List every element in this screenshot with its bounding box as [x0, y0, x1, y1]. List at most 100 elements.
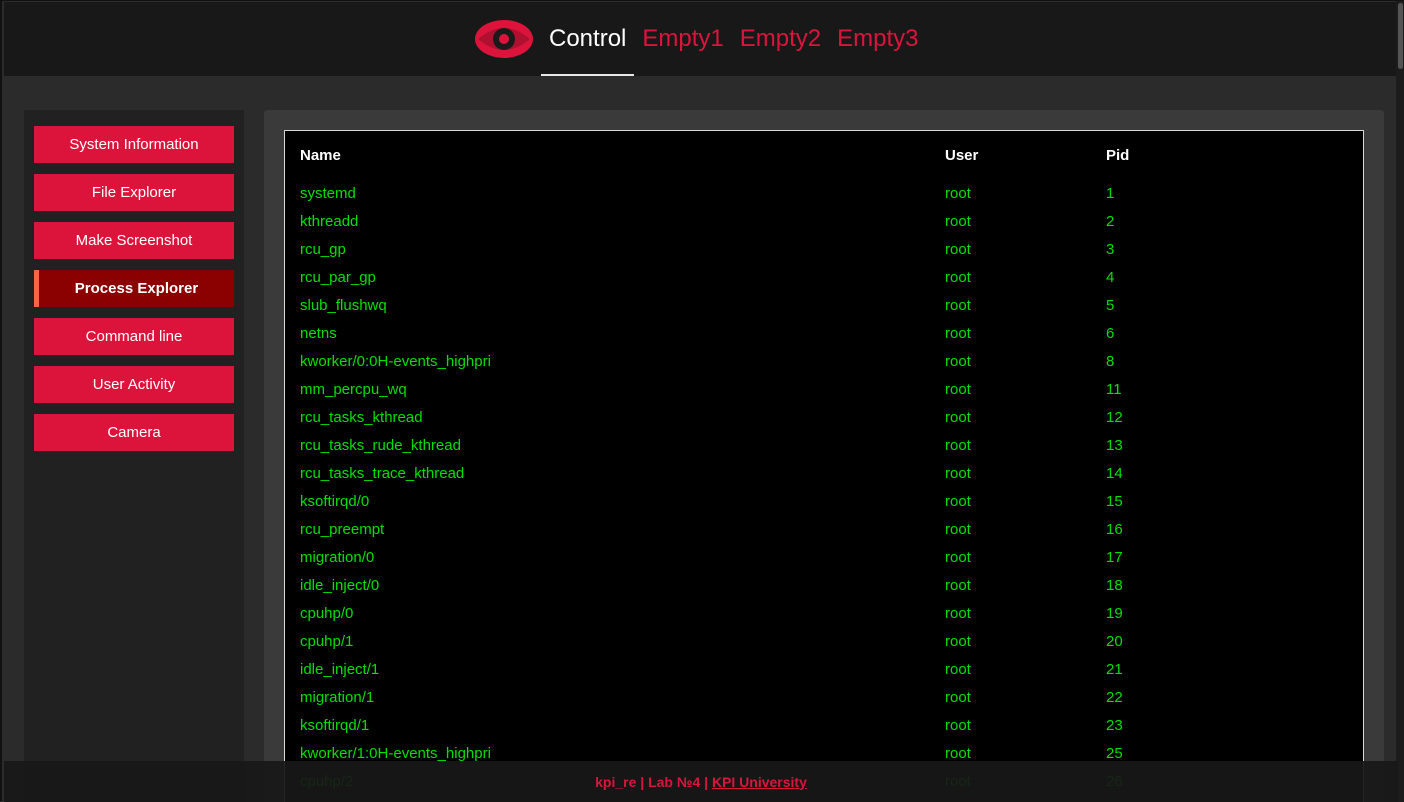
cell-pid: 6 [1106, 325, 1115, 342]
table-row[interactable]: migration/0 root 17 [300, 549, 1360, 577]
cell-user: root [945, 717, 971, 734]
cell-pid: 3 [1106, 241, 1115, 258]
cell-user: root [945, 381, 971, 398]
table-row[interactable]: rcu_tasks_rude_kthread root 13 [300, 437, 1360, 465]
table-row[interactable]: ksoftirqd/1 root 23 [300, 717, 1360, 745]
column-header-user: User [945, 147, 979, 164]
tab-control[interactable]: Control [541, 2, 635, 76]
cell-name: rcu_tasks_trace_kthread [300, 465, 465, 482]
cell-pid: 23 [1106, 717, 1123, 734]
top-navbar: Control Empty1 Empty2 Empty3 [4, 2, 1398, 76]
cell-user: root [945, 549, 971, 566]
table-row[interactable]: rcu_tasks_kthread root 12 [300, 409, 1360, 437]
cell-name: migration/0 [300, 549, 375, 566]
cell-user: root [945, 213, 971, 230]
cell-user: root [945, 297, 971, 314]
cell-user: root [945, 745, 971, 762]
sidebar-item-camera[interactable]: Camera [34, 414, 234, 451]
table-row[interactable]: idle_inject/1 root 21 [300, 661, 1360, 689]
cell-user: root [945, 241, 971, 258]
tab-empty2[interactable]: Empty2 [732, 2, 829, 76]
table-row[interactable]: kthreadd root 2 [300, 213, 1360, 241]
cell-pid: 17 [1106, 549, 1123, 566]
cell-pid: 5 [1106, 297, 1115, 314]
table-row[interactable]: cpuhp/0 root 19 [300, 605, 1360, 633]
table-row[interactable]: migration/1 root 22 [300, 689, 1360, 717]
cell-name: ksoftirqd/1 [300, 717, 370, 734]
cell-pid: 20 [1106, 633, 1123, 650]
cell-pid: 13 [1106, 437, 1123, 454]
sidebar-item-system-information[interactable]: System Information [34, 126, 234, 163]
cell-user: root [945, 325, 971, 342]
table-row[interactable]: rcu_tasks_trace_kthread root 14 [300, 465, 1360, 493]
cell-pid: 16 [1106, 521, 1123, 538]
cell-name: kworker/0:0H-events_highpri [300, 353, 491, 370]
cell-name: rcu_par_gp [300, 269, 376, 286]
footer: kpi_re | Lab №4 | KPI University [4, 761, 1398, 802]
cell-pid: 14 [1106, 465, 1123, 482]
main-nav: Control Empty1 Empty2 Empty3 [474, 2, 927, 76]
cell-name: ksoftirqd/0 [300, 493, 370, 510]
table-row[interactable]: rcu_gp root 3 [300, 241, 1360, 269]
cell-user: root [945, 605, 971, 622]
cell-name: rcu_tasks_kthread [300, 409, 423, 426]
table-row[interactable]: mm_percpu_wq root 11 [300, 381, 1360, 409]
cell-user: root [945, 185, 971, 202]
tab-empty1[interactable]: Empty1 [634, 2, 731, 76]
scrollbar-thumb[interactable] [1398, 3, 1403, 69]
cell-pid: 2 [1106, 213, 1115, 230]
cell-name: mm_percpu_wq [300, 381, 407, 398]
cell-pid: 4 [1106, 269, 1115, 286]
cell-pid: 8 [1106, 353, 1115, 370]
cell-name: rcu_tasks_rude_kthread [300, 437, 461, 454]
table-row[interactable]: systemd root 1 [300, 185, 1360, 213]
cell-pid: 12 [1106, 409, 1123, 426]
cell-name: netns [300, 325, 337, 342]
cell-user: root [945, 689, 971, 706]
cell-pid: 19 [1106, 605, 1123, 622]
cell-name: idle_inject/0 [300, 577, 380, 594]
cell-user: root [945, 633, 971, 650]
cell-user: root [945, 577, 971, 594]
cell-user: root [945, 353, 971, 370]
table-header: Name User Pid [300, 147, 1360, 167]
cell-pid: 15 [1106, 493, 1123, 510]
page-scrollbar[interactable] [1396, 1, 1404, 802]
table-row[interactable]: idle_inject/0 root 18 [300, 577, 1360, 605]
sidebar-item-command-line[interactable]: Command line [34, 318, 234, 355]
table-row[interactable]: rcu_par_gp root 4 [300, 269, 1360, 297]
cell-pid: 1 [1106, 185, 1115, 202]
column-header-pid: Pid [1106, 147, 1130, 164]
cell-user: root [945, 437, 971, 454]
cell-name: idle_inject/1 [300, 661, 380, 678]
table-row[interactable]: rcu_preempt root 16 [300, 521, 1360, 549]
sidebar-item-make-screenshot[interactable]: Make Screenshot [34, 222, 234, 259]
table-row[interactable]: kworker/0:0H-events_highpri root 8 [300, 353, 1360, 381]
cell-name: cpuhp/0 [300, 605, 354, 622]
cell-name: kthreadd [300, 213, 359, 230]
cell-name: kworker/1:0H-events_highpri [300, 745, 491, 762]
cell-user: root [945, 493, 971, 510]
column-header-name: Name [300, 147, 341, 164]
table-row[interactable]: ksoftirqd/0 root 15 [300, 493, 1360, 521]
cell-user: root [945, 269, 971, 286]
sidebar-item-process-explorer[interactable]: Process Explorer [34, 270, 234, 307]
process-table: Name User Pid systemd root 1 kthreadd root 2 r… [284, 130, 1364, 802]
footer-text: kpi_re | Lab №4 | [595, 773, 712, 790]
sidebar-item-user-activity[interactable]: User Activity [34, 366, 234, 403]
cell-name: rcu_gp [300, 241, 346, 258]
cell-name: slub_flushwq [300, 297, 387, 314]
sidebar-item-file-explorer[interactable]: File Explorer [34, 174, 234, 211]
footer-university-link[interactable]: KPI University [712, 774, 807, 790]
cell-name: migration/1 [300, 689, 375, 706]
table-row[interactable]: cpuhp/1 root 20 [300, 633, 1360, 661]
main-panel: Name User Pid systemd root 1 kthreadd root 2 r… [264, 110, 1384, 802]
cell-pid: 11 [1106, 381, 1122, 398]
table-row[interactable]: slub_flushwq root 5 [300, 297, 1360, 325]
tab-empty3[interactable]: Empty3 [829, 2, 926, 76]
eye-icon[interactable] [474, 19, 534, 59]
table-row[interactable]: netns root 6 [300, 325, 1360, 353]
cell-name: rcu_preempt [300, 521, 385, 538]
cell-pid: 21 [1106, 661, 1123, 678]
cell-user: root [945, 521, 971, 538]
